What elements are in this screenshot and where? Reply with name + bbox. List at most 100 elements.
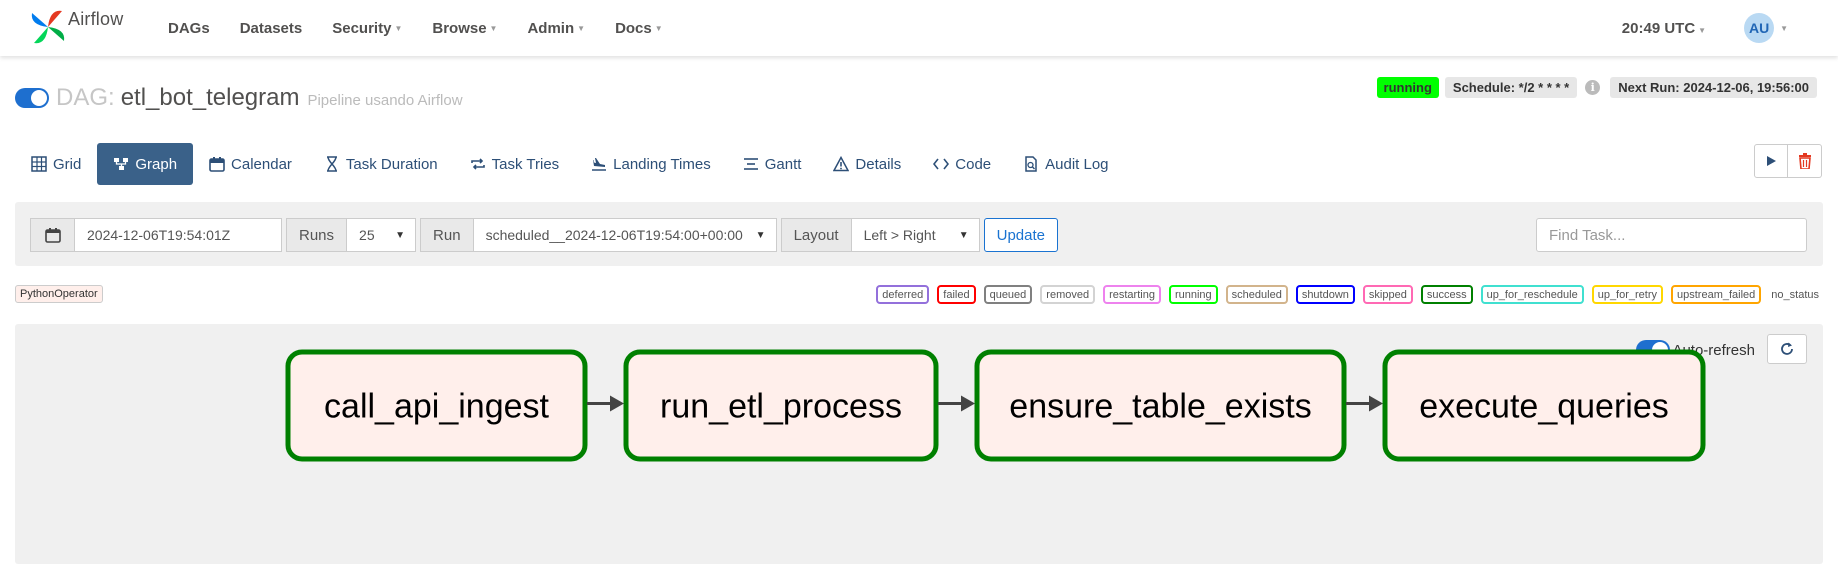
nav-item-browse[interactable]: Browse ▼ (417, 0, 512, 56)
landing-icon (592, 158, 607, 171)
run-label: Run (420, 218, 474, 252)
legend-state-removed[interactable]: removed (1040, 285, 1096, 304)
tab-label: Task Duration (345, 155, 438, 173)
date-picker-button[interactable] (30, 218, 75, 252)
hourglass-icon (326, 156, 337, 172)
airflow-pinwheel-icon (31, 10, 65, 44)
base-date-input[interactable]: 2024-12-06T19:54:01Z (75, 218, 282, 252)
chevron-down-icon: ▼ (395, 229, 406, 241)
caret-down-icon: ▼ (577, 23, 586, 33)
legend-state-shutdown[interactable]: shutdown (1295, 285, 1355, 304)
legend-state-up-for-retry[interactable]: up_for_retry (1591, 285, 1664, 304)
arrowhead-icon (961, 395, 975, 412)
legend-state-failed[interactable]: failed (937, 285, 976, 304)
nav-item-label: Datasets (239, 19, 303, 37)
layout-label: Layout (780, 218, 852, 252)
clock-dropdown[interactable]: 20:49 UTC ▼ (1622, 20, 1706, 37)
legend-state-deferred[interactable]: deferred (876, 285, 930, 304)
find-task-input[interactable]: Find Task... (1536, 218, 1807, 252)
tab-label: Grid (53, 155, 82, 173)
tab-grid[interactable]: Grid (15, 143, 97, 185)
legend-state-upstream-failed[interactable]: upstream_failed (1671, 285, 1762, 304)
nav-item-datasets[interactable]: Datasets (225, 0, 318, 56)
state-legend: deferred failed queued removed restarting run… (868, 285, 1819, 304)
nav-item-security[interactable]: Security ▼ (317, 0, 417, 56)
code-icon (933, 158, 950, 170)
arrowhead-icon (1369, 395, 1383, 412)
task-node-execute-queries[interactable]: execute_queries (1382, 349, 1706, 462)
chevron-down-icon: ▼ (755, 229, 766, 241)
airflow-logo-link[interactable]: Airflow (28, 6, 123, 48)
update-button[interactable]: Update (983, 218, 1058, 252)
runs-select-value: 25 (359, 227, 375, 243)
tab-landing-times[interactable]: Landing Times (575, 143, 727, 185)
arrowhead-icon (610, 395, 624, 412)
operator-legend-tag: PythonOperator (15, 285, 103, 303)
calendar-icon (209, 157, 225, 172)
dag-header-info: running Schedule: */2 * * * * i Next Run… (1376, 77, 1817, 98)
warning-icon (833, 156, 850, 172)
audit-log-icon (1025, 156, 1037, 172)
tab-task-tries[interactable]: Task Tries (454, 143, 576, 185)
caret-down-icon: ▼ (654, 23, 663, 33)
dag-pause-toggle[interactable] (15, 88, 49, 108)
legend-state-no-status[interactable]: no_status (1771, 289, 1819, 301)
legend-state-success[interactable]: success (1420, 285, 1473, 304)
info-icon[interactable]: i (1585, 80, 1601, 95)
task-node-run-etl-process[interactable]: run_etl_process (623, 349, 939, 462)
layout-select[interactable]: Left > Right ▼ (851, 218, 980, 252)
tab-details[interactable]: Details (817, 143, 917, 185)
task-node-call-api-ingest[interactable]: call_api_ingest (285, 349, 588, 462)
legend-state-restarting[interactable]: restarting (1103, 285, 1161, 304)
avatar: AU (1744, 13, 1775, 43)
tab-task-duration[interactable]: Task Duration (308, 143, 454, 185)
tab-label: Gantt (764, 155, 802, 173)
legend-state-skipped[interactable]: skipped (1362, 285, 1413, 304)
tab-label: Details (855, 155, 902, 173)
repeat-icon (470, 158, 485, 170)
caret-down-icon: ▼ (1698, 25, 1707, 35)
tab-graph[interactable]: Graph (97, 143, 194, 185)
dag-state-badge: running (1376, 77, 1439, 98)
task-node-ensure-table-exists[interactable]: ensure_table_exists (974, 349, 1347, 462)
tab-label: Code (955, 155, 992, 173)
tab-label: Audit Log (1045, 155, 1109, 173)
nav-item-dags[interactable]: DAGs (153, 0, 225, 56)
legend-state-running[interactable]: running (1168, 285, 1218, 304)
runs-select[interactable]: 25 ▼ (347, 218, 417, 252)
nav-item-admin[interactable]: Admin ▼ (512, 0, 600, 56)
graph-filter-bar: 2024-12-06T19:54:01Z Runs 25 ▼ Run schedu… (15, 202, 1823, 266)
gantt-icon (743, 158, 758, 170)
dag-prefix: DAG: (56, 84, 115, 111)
delete-dag-button[interactable] (1788, 144, 1822, 178)
trash-icon (1798, 153, 1811, 169)
tab-calendar[interactable]: Calendar (193, 143, 308, 185)
graph-canvas[interactable]: Auto-refresh call_api_ingest run_etl_proc… (15, 324, 1823, 564)
tab-gantt[interactable]: Gantt (727, 143, 818, 185)
clock-text: 20:49 UTC (1621, 19, 1696, 37)
caret-down-icon: ▼ (489, 23, 498, 33)
chevron-down-icon: ▼ (958, 229, 969, 241)
run-select-value: scheduled__2024-12-06T19:54:00+00:00 (485, 227, 743, 243)
task-node-label: execute_queries (1419, 388, 1669, 426)
nav-item-label: Docs (615, 19, 652, 37)
caret-down-icon: ▼ (1780, 23, 1788, 33)
run-select[interactable]: scheduled__2024-12-06T19:54:00+00:00 ▼ (473, 218, 777, 252)
tab-code[interactable]: Code (917, 143, 1007, 185)
nav-item-docs[interactable]: Docs ▼ (600, 0, 678, 56)
trigger-dag-button[interactable] (1754, 144, 1788, 178)
user-menu[interactable]: AU ▼ (1744, 13, 1788, 43)
tab-audit-log[interactable]: Audit Log (1007, 143, 1124, 185)
top-navbar: Airflow DAGs Datasets Security ▼ Browse ▼ Admi… (0, 0, 1838, 56)
legend-state-scheduled[interactable]: scheduled (1225, 285, 1288, 304)
tab-label: Graph (135, 155, 178, 173)
nav-item-label: Security (332, 19, 392, 37)
legend-state-up-for-reschedule[interactable]: up_for_reschedule (1480, 285, 1584, 304)
tab-label: Calendar (231, 155, 292, 173)
graph-icon (114, 158, 129, 170)
caret-down-icon: ▼ (394, 23, 403, 33)
play-icon (1767, 156, 1776, 166)
tab-label: Task Tries (491, 155, 560, 173)
dag-graph: call_api_ingest run_etl_process ensure_tab… (285, 349, 1706, 462)
legend-state-queued[interactable]: queued (983, 285, 1033, 304)
